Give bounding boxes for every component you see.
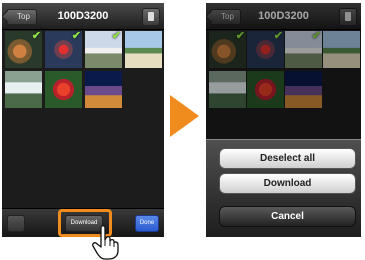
thumbnail-3[interactable]: ✔	[85, 31, 122, 68]
check-icon: ✔	[111, 31, 121, 42]
folder-title: 100D3200	[57, 10, 109, 22]
transition-arrow	[170, 95, 199, 137]
thumbnail-6[interactable]	[45, 71, 82, 108]
done-button[interactable]: Done	[135, 215, 159, 232]
deselect-all-button[interactable]: Deselect all	[219, 148, 356, 169]
thumbnail-5[interactable]	[5, 71, 42, 108]
right-phone-screen: Top 100D3200 ✔ ✔ ✔ Deselect all Download…	[206, 3, 361, 237]
phone-icon[interactable]	[142, 8, 160, 26]
thumbnail-2[interactable]: ✔	[45, 31, 82, 68]
check-icon: ✔	[71, 31, 81, 42]
action-button[interactable]	[7, 215, 25, 232]
action-sheet: Deselect all Download Cancel	[206, 139, 361, 237]
thumbnail-7[interactable]	[85, 71, 122, 108]
cancel-button[interactable]: Cancel	[219, 206, 356, 227]
tap-hand-icon	[92, 225, 119, 260]
check-icon: ✔	[31, 31, 41, 42]
thumbnail-4[interactable]	[125, 31, 162, 68]
download-button[interactable]: Download	[219, 173, 356, 194]
left-phone-screen: Top 100D3200 ✔ ✔ ✔ Download Done	[2, 3, 164, 237]
nav-bar: Top 100D3200	[2, 3, 164, 30]
thumbnail-1[interactable]: ✔	[5, 31, 42, 68]
